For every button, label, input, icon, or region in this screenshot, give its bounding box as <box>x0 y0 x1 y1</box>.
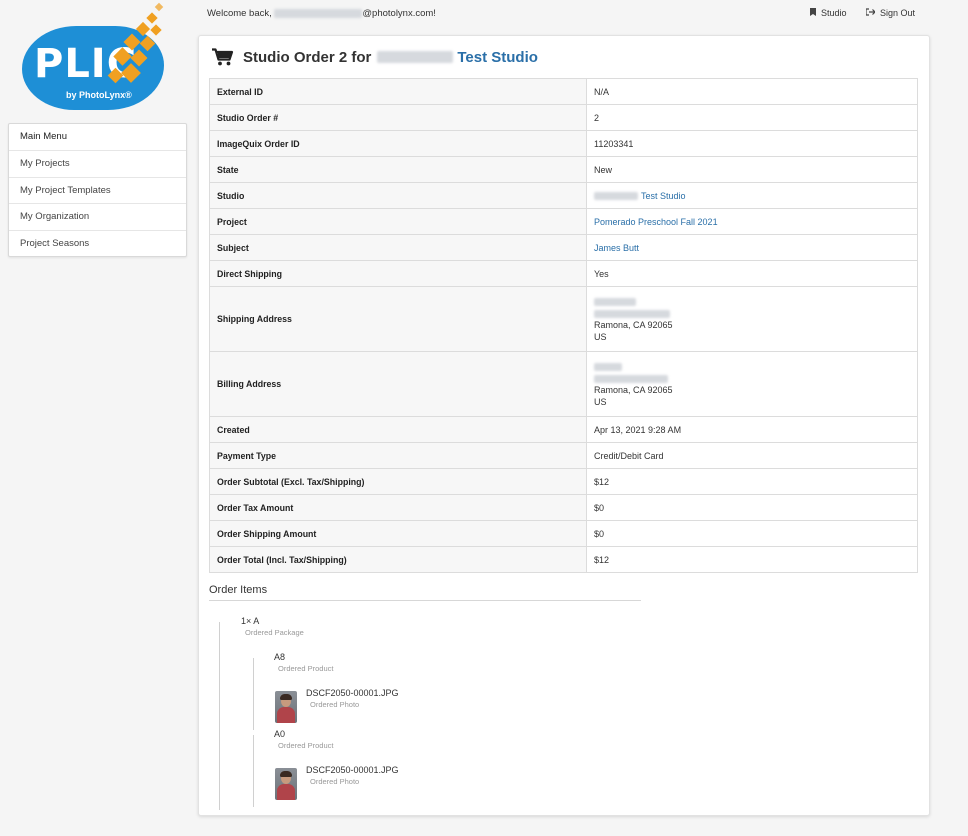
photo-thumbnail[interactable] <box>275 768 297 800</box>
redacted-studio-prefix <box>594 192 638 201</box>
billing-address: Ramona, CA 92065 US <box>586 351 918 417</box>
table-row: Order Tax Amount $0 <box>209 494 918 521</box>
ordered-photo: DSCF2050-00001.JPG Ordered Photo <box>306 765 399 786</box>
table-row: Direct Shipping Yes <box>209 260 918 287</box>
sign-out-link[interactable]: Sign Out <box>865 8 915 18</box>
subject-link[interactable]: James Butt <box>594 243 639 253</box>
ordered-photo: DSCF2050-00001.JPG Ordered Photo <box>306 688 399 709</box>
menu-item-my-organization[interactable]: My Organization <box>9 203 186 229</box>
photo-thumbnail[interactable] <box>275 691 297 723</box>
redacted-email <box>274 8 363 18</box>
table-row: Subject James Butt <box>209 234 918 261</box>
table-row: Created Apr 13, 2021 9:28 AM <box>209 416 918 443</box>
ordered-package: 1× A Ordered Package <box>241 616 304 637</box>
welcome-message: Welcome back, @photolynx.com! <box>207 8 436 19</box>
studio-title-link[interactable]: Test Studio <box>457 49 538 66</box>
tree-line-root <box>219 622 220 810</box>
tree-line-package <box>253 735 254 807</box>
table-row: Shipping Address Ramona, CA 92065 US <box>209 286 918 352</box>
table-row: Order Subtotal (Excl. Tax/Shipping) $12 <box>209 468 918 495</box>
table-row: Order Total (Incl. Tax/Shipping) $12 <box>209 546 918 573</box>
table-row: Studio Test Studio <box>209 182 918 209</box>
logo-subtitle: by PhotoLynx® <box>66 90 132 100</box>
studio-link-cell[interactable]: Test Studio <box>641 191 686 201</box>
table-row: Order Shipping Amount $0 <box>209 520 918 547</box>
ordered-product: A8 Ordered Product <box>274 652 334 673</box>
order-items-heading: Order Items <box>209 584 641 601</box>
page-title: Studio Order 2 for Test Studio <box>212 46 538 68</box>
table-row: Project Pomerado Preschool Fall 2021 <box>209 208 918 235</box>
redacted-name <box>594 297 636 306</box>
ordered-product: A0 Ordered Product <box>274 729 334 750</box>
plic-logo[interactable]: PLIC by PhotoLynx® <box>20 2 170 114</box>
bookmark-icon <box>810 8 816 18</box>
order-title: Studio Order 2 for <box>243 48 372 66</box>
redacted-street <box>594 309 670 318</box>
main-menu: Main Menu My Projects My Project Templat… <box>8 123 187 257</box>
shipping-address: Ramona, CA 92065 US <box>586 286 918 352</box>
menu-item-my-projects[interactable]: My Projects <box>9 150 186 176</box>
table-row: Payment Type Credit/Debit Card <box>209 442 918 469</box>
table-row: External ID N/A <box>209 78 918 105</box>
project-link[interactable]: Pomerado Preschool Fall 2021 <box>594 217 718 227</box>
redacted-studio-name <box>377 51 454 63</box>
sign-out-icon <box>865 8 876 18</box>
redacted-street <box>594 374 668 383</box>
table-row: Studio Order #2 <box>209 104 918 131</box>
menu-item-my-project-templates[interactable]: My Project Templates <box>9 176 186 203</box>
studio-link[interactable]: Studio <box>810 8 847 18</box>
shopping-cart-icon <box>212 48 234 66</box>
order-panel: Studio Order 2 for Test Studio External … <box>198 35 930 816</box>
table-row: State New <box>209 156 918 183</box>
menu-item-project-seasons[interactable]: Project Seasons <box>9 229 186 256</box>
menu-item-main-menu[interactable]: Main Menu <box>9 124 186 150</box>
table-row: ImageQuix Order ID 11203341 <box>209 130 918 157</box>
table-row: Billing Address Ramona, CA 92065 US <box>209 351 918 417</box>
order-details-table: External ID N/A Studio Order #2 ImageQuix… <box>209 78 918 573</box>
redacted-name <box>594 362 622 371</box>
tree-line-package <box>253 658 254 730</box>
